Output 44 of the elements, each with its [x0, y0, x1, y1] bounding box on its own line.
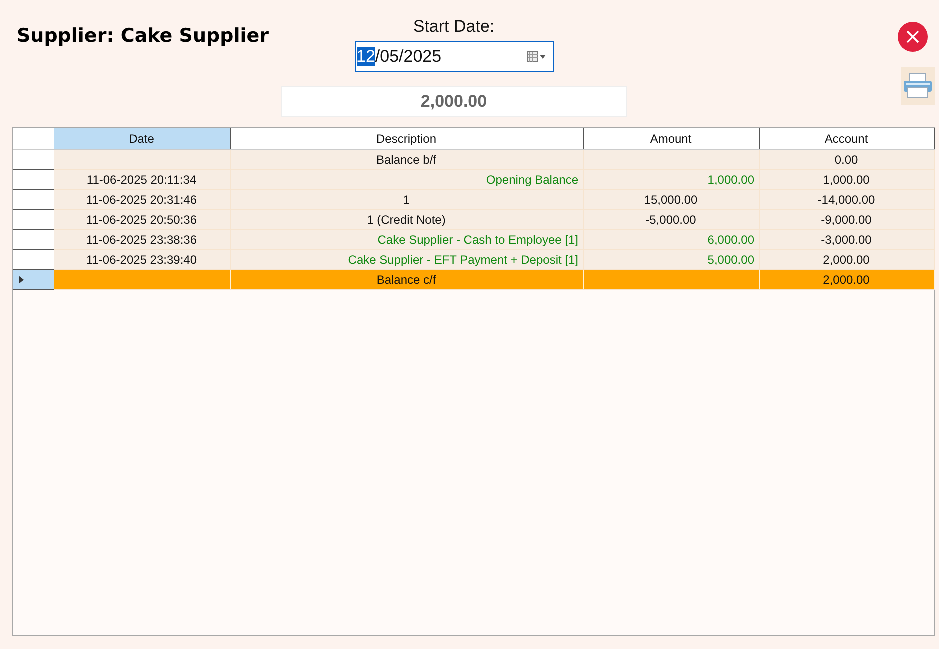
- column-header[interactable]: Description: [230, 128, 583, 150]
- table-cell: 11-06-2025 20:31:46: [86, 192, 198, 206]
- table-cell: -14,000.00: [818, 192, 876, 206]
- table-cell: Balance c/f: [376, 272, 436, 286]
- table-cell: 11-06-2025 23:39:40: [86, 252, 198, 266]
- row-header[interactable]: [13, 190, 54, 210]
- table-cell: 1: [403, 192, 410, 206]
- table-cell: Cake Supplier - Cash to Employee [1]: [378, 232, 578, 246]
- table-cell: 11-06-2025 20:50:36: [86, 212, 198, 226]
- table-cell: -3,000.00: [821, 232, 872, 246]
- table-cell: -5,000.00: [646, 212, 696, 226]
- table-cell: 2,000.00: [823, 272, 870, 286]
- calendar-dropdown-icon[interactable]: [526, 50, 546, 62]
- table-cell: 1,000.00: [708, 172, 754, 186]
- row-header[interactable]: [13, 250, 54, 270]
- date-value: 12/05/2025: [356, 46, 442, 66]
- table-cell: Balance b/f: [376, 152, 437, 166]
- table-cell: 11-06-2025 20:11:34: [86, 172, 197, 186]
- printer-icon: [903, 73, 933, 99]
- table-cell: 2,000.00: [823, 252, 870, 266]
- row-header[interactable]: [13, 170, 54, 190]
- table-cell: 15,000.00: [644, 192, 698, 206]
- total-field: 2,000.00: [281, 86, 627, 117]
- table-cell: 5,000.00: [708, 252, 754, 266]
- table-cell: Opening Balance: [486, 172, 578, 186]
- column-header[interactable]: Date: [54, 128, 230, 150]
- close-icon[interactable]: [898, 22, 928, 52]
- table-cell: 0.00: [834, 152, 858, 166]
- start-date-label: Start Date:: [413, 17, 495, 38]
- row-header[interactable]: [13, 230, 54, 250]
- row-header[interactable]: [13, 210, 54, 230]
- table-cell: -9,000.00: [821, 212, 872, 226]
- date-field[interactable]: 12/05/2025: [354, 41, 554, 72]
- row-header[interactable]: [13, 270, 54, 290]
- row-header[interactable]: [13, 150, 54, 170]
- table-cell: 11-06-2025 23:38:36: [86, 232, 198, 246]
- column-header[interactable]: Account: [759, 128, 934, 150]
- table-cell: 1,000.00: [823, 172, 870, 186]
- column-header[interactable]: Amount: [583, 128, 759, 150]
- table-cell: Cake Supplier - EFT Payment + Deposit [1]: [348, 252, 578, 266]
- current-row-icon: [19, 276, 24, 284]
- table-cell: 1 (Credit Note): [367, 212, 446, 226]
- supplier-title: Supplier: Cake Supplier: [17, 25, 270, 47]
- table-cell: 6,000.00: [708, 232, 754, 246]
